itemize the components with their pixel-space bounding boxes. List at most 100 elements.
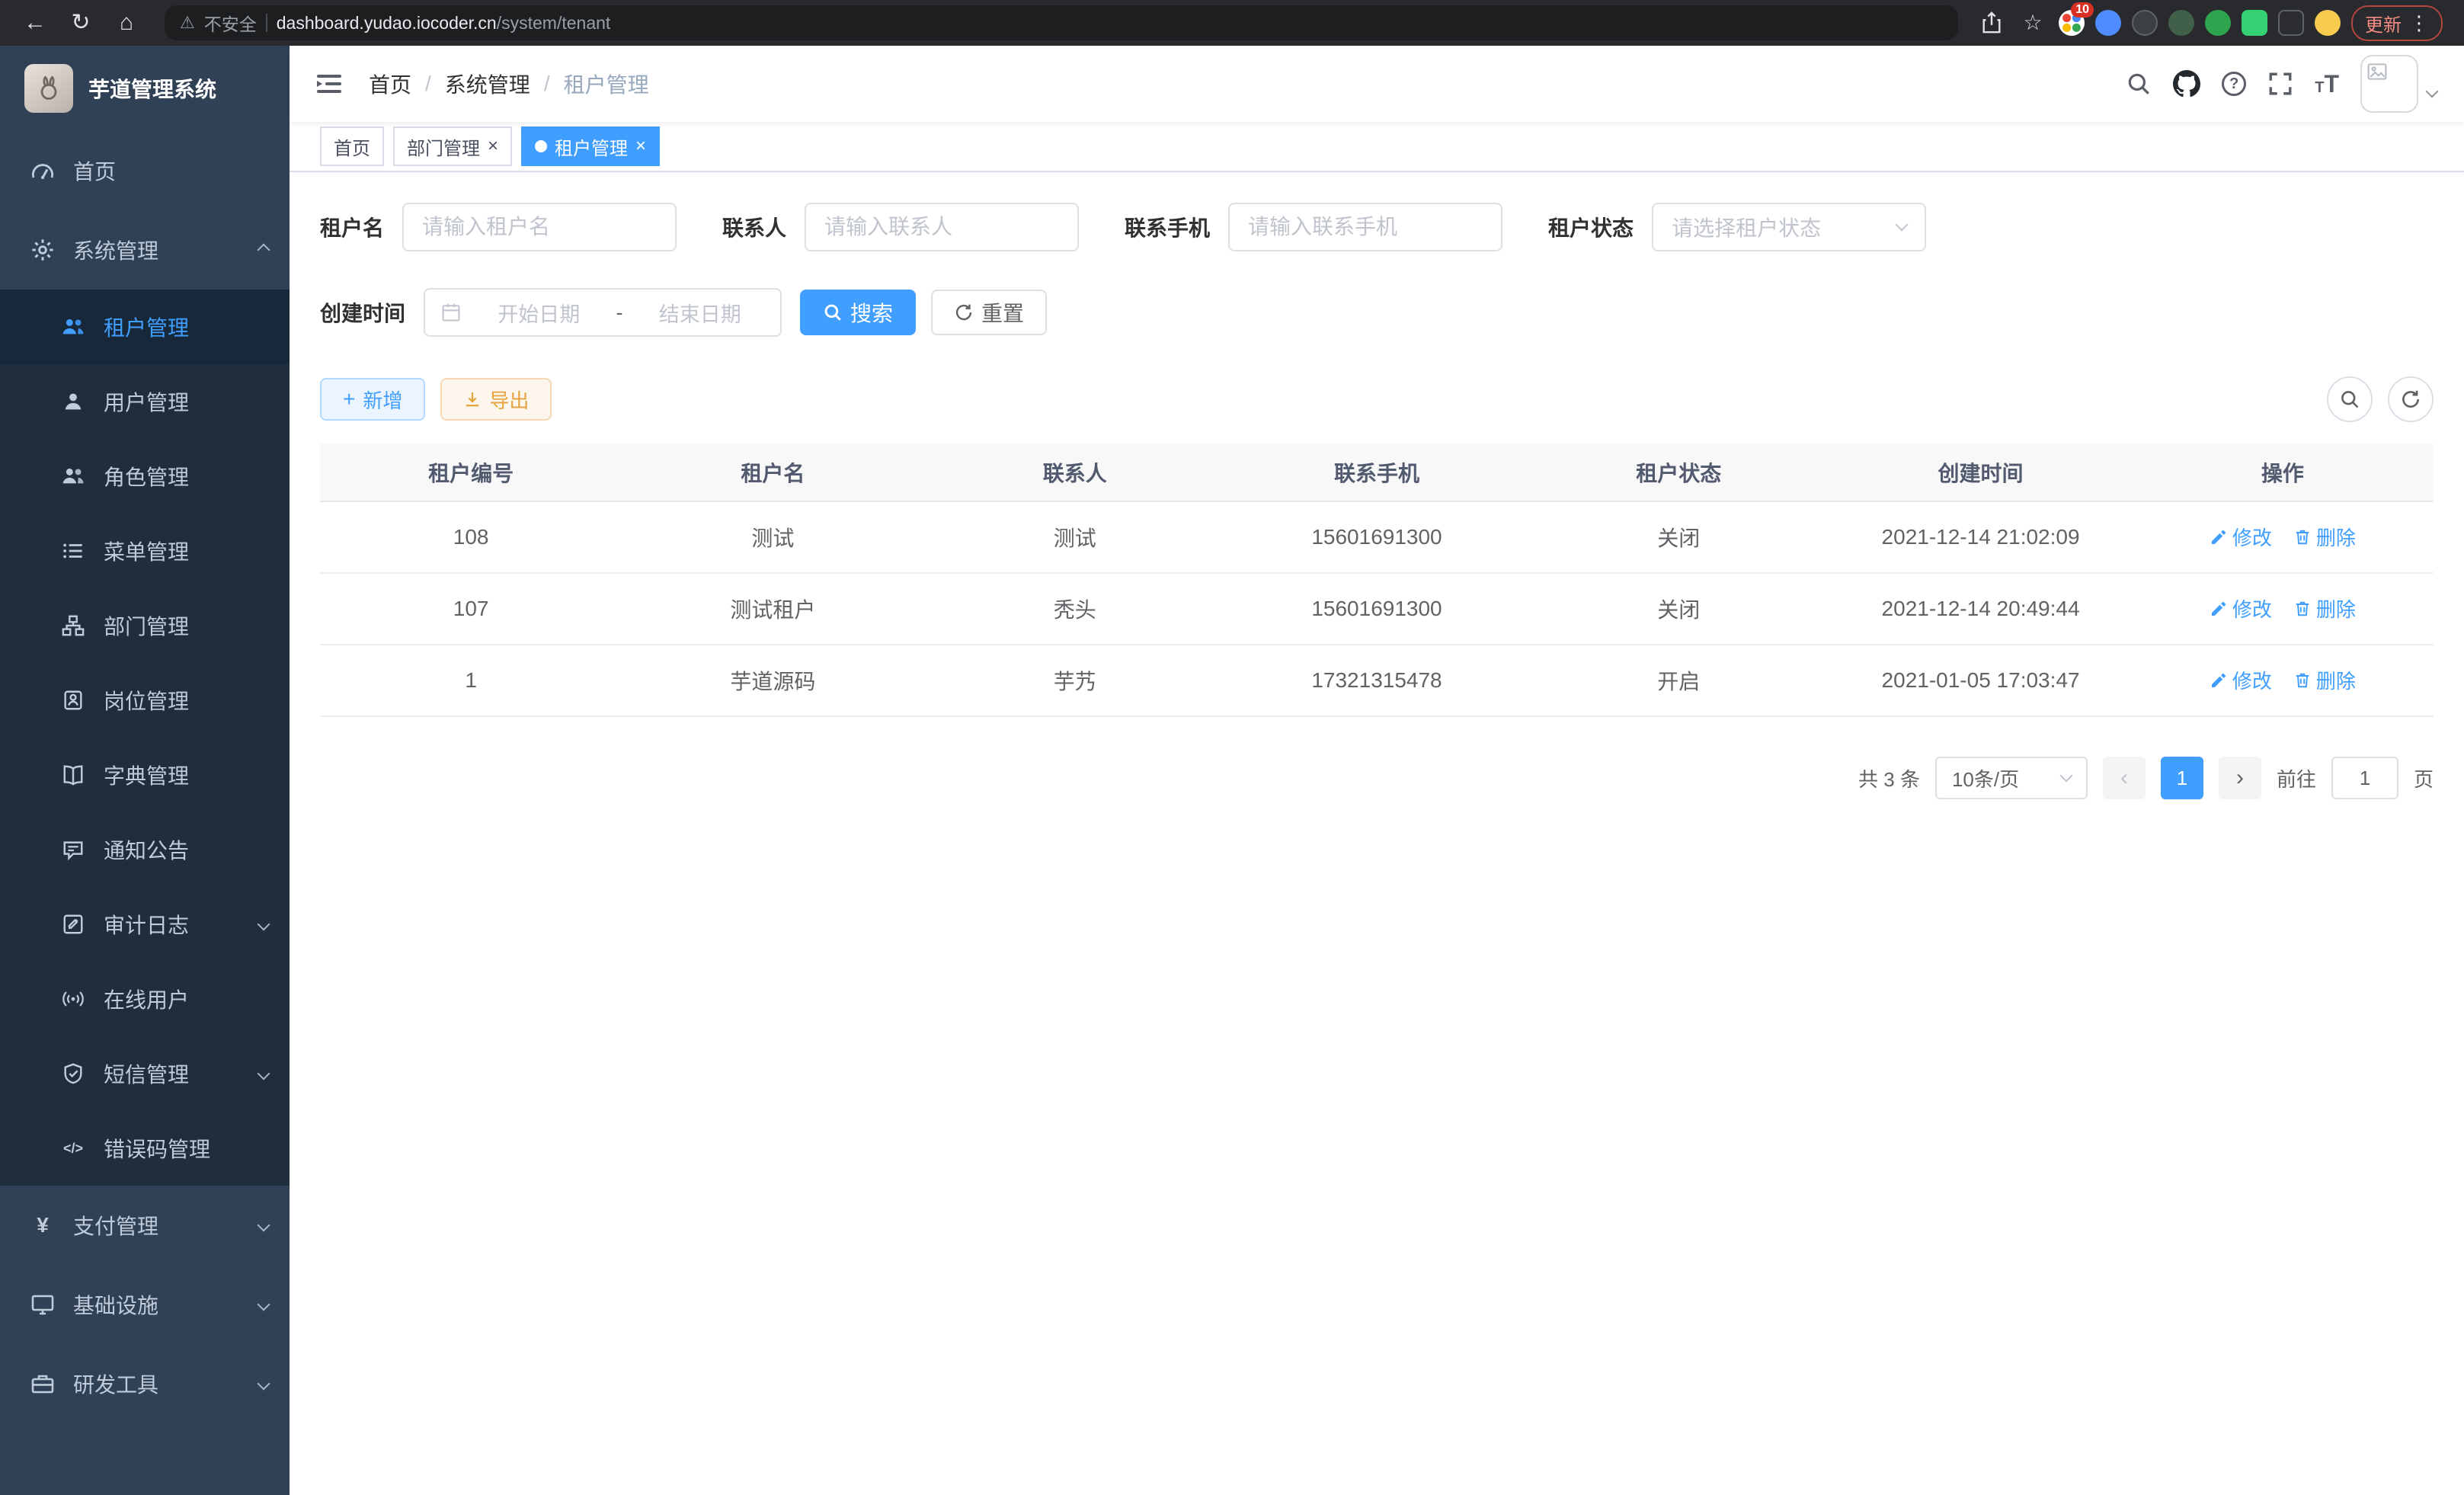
- contact-input[interactable]: [805, 203, 1079, 251]
- add-button[interactable]: + 新增: [320, 378, 425, 421]
- browser-update-button[interactable]: 更新 ⋮: [2351, 5, 2443, 41]
- extension-icon-2[interactable]: [2095, 10, 2121, 36]
- sidebar-item-tenant-mgmt[interactable]: 租户管理: [0, 290, 290, 364]
- extension-icon-6[interactable]: [2242, 10, 2267, 36]
- shield-icon: [61, 1061, 85, 1086]
- address-divider: [266, 14, 267, 32]
- sidebar-logo[interactable]: 芋道管理系统: [0, 46, 290, 131]
- extension-icon-1[interactable]: 10: [2059, 10, 2085, 36]
- user-menu[interactable]: [2360, 55, 2437, 113]
- phone-input[interactable]: [1228, 203, 1502, 251]
- address-bar[interactable]: ⚠ 不安全 dashboard.yudao.iocoder.cn/system/…: [165, 5, 1958, 40]
- chevron-down-icon: [258, 1219, 270, 1232]
- sidebar-item-label: 短信管理: [104, 1058, 189, 1089]
- close-icon[interactable]: ×: [635, 137, 646, 155]
- edit-link[interactable]: 修改: [2210, 594, 2272, 623]
- toolbar-right: [2327, 376, 2434, 422]
- pagination: 共 3 条 10条/页 ‹ 1 › 前往 页: [320, 757, 2434, 799]
- sidebar-item-label: 租户管理: [104, 312, 189, 342]
- extension-icon-7[interactable]: [2278, 10, 2304, 36]
- active-dot: [535, 140, 547, 152]
- sidebar-item-role-mgmt[interactable]: 角色管理: [0, 439, 290, 514]
- date-range-picker[interactable]: 开始日期 - 结束日期: [424, 288, 782, 337]
- sidebar-item-dict-mgmt[interactable]: 字典管理: [0, 738, 290, 812]
- bookmark-star-button[interactable]: ☆: [2018, 8, 2048, 38]
- delete-link[interactable]: 删除: [2293, 666, 2356, 694]
- trash-icon: [2293, 600, 2312, 618]
- close-icon[interactable]: ×: [488, 137, 498, 155]
- sidebar-item-sms-mgmt[interactable]: 短信管理: [0, 1036, 290, 1111]
- breadcrumb-item-home[interactable]: 首页: [369, 69, 411, 99]
- cell-tenant-id: 107: [320, 573, 622, 645]
- pencil-icon: [2210, 528, 2228, 546]
- refresh-table-button[interactable]: [2388, 376, 2434, 422]
- sidebar-item-error-code[interactable]: </> 错误码管理: [0, 1111, 290, 1186]
- page-size-select[interactable]: 10条/页: [1935, 757, 2088, 799]
- sidebar-item-menu-mgmt[interactable]: 菜单管理: [0, 514, 290, 588]
- sidebar-item-notice[interactable]: 通知公告: [0, 812, 290, 887]
- font-size-button[interactable]: TT: [2315, 70, 2339, 98]
- edit-link[interactable]: 修改: [2210, 523, 2272, 551]
- extension-icon-8[interactable]: [2315, 10, 2341, 36]
- cell-tenant-name: 测试租户: [622, 573, 923, 645]
- sidebar-item-home[interactable]: 首页: [0, 131, 290, 210]
- goto-page-input[interactable]: [2331, 757, 2398, 799]
- tenant-name-input[interactable]: [402, 203, 677, 251]
- sidebar-item-online-users[interactable]: 在线用户: [0, 962, 290, 1036]
- share-button[interactable]: [1976, 8, 2007, 38]
- edit-label: 修改: [2232, 594, 2272, 623]
- table-header-row: 租户编号 租户名 联系人 联系手机 租户状态 创建时间 操作: [320, 443, 2434, 501]
- sidebar-item-payment[interactable]: ¥ 支付管理: [0, 1186, 290, 1265]
- sidebar-item-user-mgmt[interactable]: 用户管理: [0, 364, 290, 439]
- tag-tenant-mgmt[interactable]: 租户管理 ×: [521, 126, 660, 166]
- chevron-down-icon: [1896, 219, 1909, 232]
- page-button-1[interactable]: 1: [2161, 757, 2203, 799]
- sidebar-item-label: 部门管理: [104, 610, 189, 641]
- sidebar-item-dept-mgmt[interactable]: 部门管理: [0, 588, 290, 663]
- browser-reload-button[interactable]: ↻: [61, 5, 101, 41]
- tags-view: 首页 部门管理 × 租户管理 ×: [290, 122, 2464, 172]
- id-badge-icon: [61, 688, 85, 712]
- reset-button[interactable]: 重置: [931, 290, 1047, 335]
- breadcrumb-item-system[interactable]: 系统管理: [445, 69, 530, 99]
- sidebar-item-system[interactable]: 系统管理: [0, 210, 290, 290]
- top-navbar: 首页 / 系统管理 / 租户管理 ? T: [290, 46, 2464, 122]
- browser-back-button[interactable]: ←: [15, 5, 55, 41]
- pencil-icon: [2210, 671, 2228, 690]
- date-end-placeholder: 结束日期: [635, 298, 766, 328]
- extension-icon-3[interactable]: [2132, 10, 2158, 36]
- cell-contact: 秃头: [924, 573, 1226, 645]
- extension-icon-5[interactable]: [2205, 10, 2231, 36]
- header-search-button[interactable]: [2126, 71, 2152, 97]
- reset-button-label: 重置: [981, 297, 1024, 328]
- toggle-search-button[interactable]: [2327, 376, 2373, 422]
- next-page-button[interactable]: ›: [2219, 757, 2261, 799]
- fullscreen-button[interactable]: [2267, 71, 2293, 97]
- export-button[interactable]: 导出: [440, 378, 552, 421]
- edit-link[interactable]: 修改: [2210, 666, 2272, 694]
- sidebar-item-post-mgmt[interactable]: 岗位管理: [0, 663, 290, 738]
- tag-dept-mgmt[interactable]: 部门管理 ×: [393, 126, 512, 166]
- tag-home[interactable]: 首页: [320, 126, 384, 166]
- github-button[interactable]: [2173, 70, 2200, 98]
- table-row: 108 测试 测试 15601691300 关闭 2021-12-14 21:0…: [320, 501, 2434, 573]
- sidebar-item-infrastructure[interactable]: 基础设施: [0, 1265, 290, 1344]
- prev-page-button[interactable]: ‹: [2103, 757, 2146, 799]
- yen-icon: ¥: [30, 1213, 55, 1237]
- sidebar-item-label: 研发工具: [73, 1369, 158, 1399]
- browser-home-button[interactable]: ⌂: [107, 5, 146, 41]
- search-button[interactable]: 搜索: [800, 290, 916, 335]
- delete-link[interactable]: 删除: [2293, 523, 2356, 551]
- help-button[interactable]: ?: [2222, 72, 2246, 96]
- hamburger-button[interactable]: [290, 69, 369, 99]
- total-count: 共 3 条: [1858, 764, 1920, 792]
- security-label[interactable]: 不安全: [204, 10, 257, 36]
- sidebar-item-label: 错误码管理: [104, 1133, 210, 1164]
- sidebar-item-label: 首页: [73, 155, 116, 186]
- status-select[interactable]: 请选择租户状态: [1652, 203, 1926, 251]
- extension-icon-4[interactable]: [2168, 10, 2194, 36]
- sidebar-item-devtools[interactable]: 研发工具: [0, 1344, 290, 1423]
- kebab-menu-icon[interactable]: ⋮: [2409, 11, 2429, 35]
- sidebar-item-audit-log[interactable]: 审计日志: [0, 887, 290, 962]
- delete-link[interactable]: 删除: [2293, 594, 2356, 623]
